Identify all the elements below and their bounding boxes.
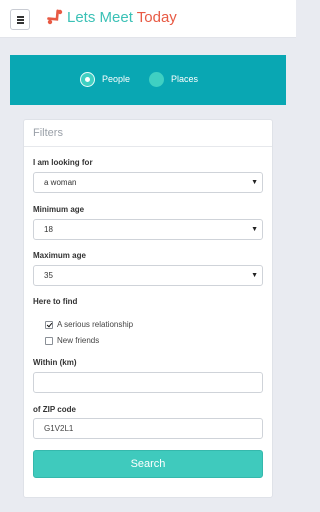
looking-for-label: I am looking for (33, 158, 93, 167)
caret-down-icon: ▼ (251, 272, 258, 279)
min-age-select[interactable]: 18 ▼ (33, 219, 263, 240)
filters-title: Filters (24, 120, 272, 147)
caret-down-icon: ▼ (251, 226, 258, 233)
menu-bar-line (17, 16, 24, 18)
brand-name-part2: Today (136, 9, 177, 26)
max-age-label: Maximum age (33, 251, 86, 260)
people-radio-button[interactable] (80, 72, 95, 87)
new-friends-checkbox[interactable] (45, 337, 53, 345)
filters-panel: Filters I am looking for a woman ▼ Minim… (23, 119, 273, 498)
hamburger-menu-button[interactable] (10, 9, 30, 30)
places-radio-button[interactable] (149, 72, 164, 87)
within-km-label: Within (km) (33, 358, 77, 367)
zip-code-label: of ZIP code (33, 405, 76, 414)
min-age-label: Minimum age (33, 205, 85, 214)
heart-logo-icon (47, 9, 63, 25)
within-km-input[interactable] (33, 372, 263, 393)
top-navbar: Lets Meet Today (0, 0, 296, 38)
here-to-find-label: Here to find (33, 297, 78, 306)
search-mode-banner: People Places (10, 55, 286, 105)
looking-for-select[interactable]: a woman ▼ (33, 172, 263, 193)
places-radio-label[interactable]: Places (171, 73, 198, 85)
min-age-value: 18 (44, 225, 53, 234)
brand-name-part1: Lets Meet (67, 9, 133, 26)
brand-logo[interactable]: Lets Meet Today (67, 9, 177, 27)
new-friends-label[interactable]: New friends (57, 335, 99, 347)
caret-down-icon: ▼ (251, 179, 258, 186)
menu-bar-line (17, 19, 24, 21)
looking-for-value: a woman (44, 178, 77, 187)
serious-relationship-label[interactable]: A serious relationship (57, 319, 133, 331)
search-button[interactable]: Search (33, 450, 263, 478)
people-radio-label[interactable]: People (102, 73, 130, 85)
serious-relationship-checkbox[interactable] (45, 321, 53, 329)
zip-code-input[interactable]: G1V2L1 (33, 418, 263, 439)
menu-bar-line (17, 22, 24, 24)
max-age-select[interactable]: 35 ▼ (33, 265, 263, 286)
max-age-value: 35 (44, 271, 53, 280)
